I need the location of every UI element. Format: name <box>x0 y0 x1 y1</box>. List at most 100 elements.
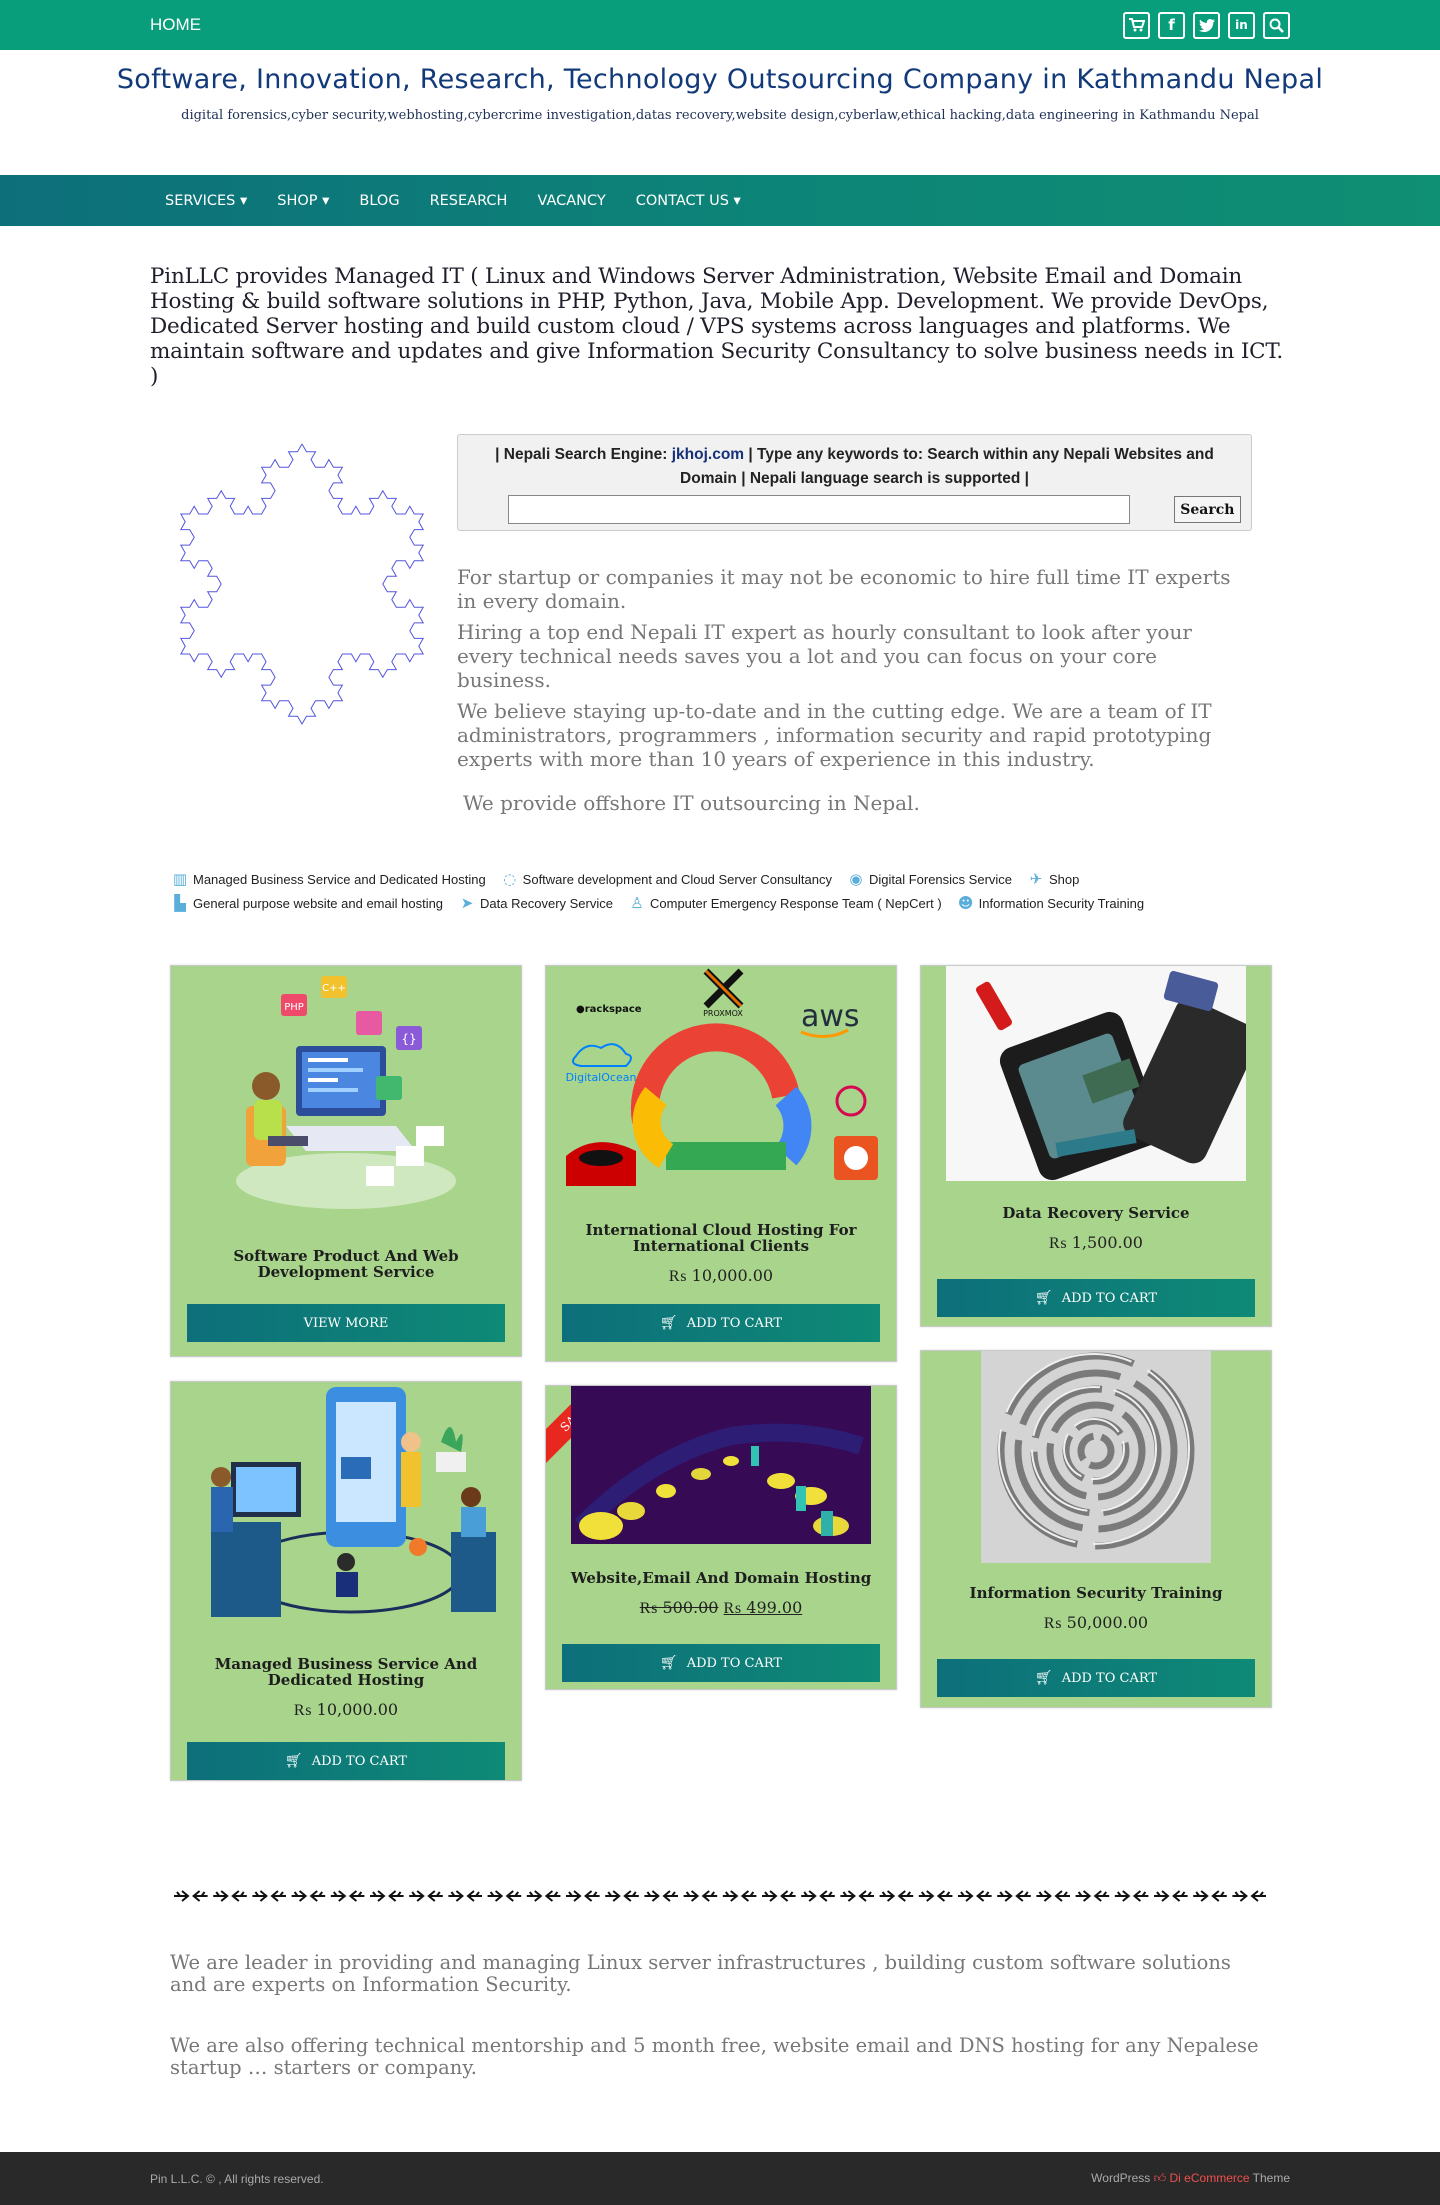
svg-text:●rackspace: ●rackspace <box>576 1004 642 1015</box>
product-title[interactable]: Data Recovery Service <box>921 1205 1271 1221</box>
service-link[interactable]: ☻ Information Security Training <box>956 894 1144 912</box>
divider-arrow <box>936 1890 953 1902</box>
search-box: | Nepali Search Engine: jkhoj.com | Type… <box>457 434 1252 531</box>
divider-arrow <box>801 1890 817 1902</box>
service-link[interactable]: ◌ Software development and Cloud Server C… <box>500 870 832 888</box>
add-to-cart-button[interactable]: 🛒︎ ADD TO CART <box>187 1742 505 1780</box>
product-price: ₨ 10,000.00 <box>668 1266 774 1285</box>
service-link[interactable]: ♙ Computer Emergency Response Team ( NepC… <box>627 894 941 912</box>
service-link[interactable]: ◉ Digital Forensics Service <box>846 870 1012 888</box>
service-link[interactable]: ➤ Data Recovery Service <box>457 894 613 912</box>
koch-curve <box>179 443 425 726</box>
divider-arrow <box>526 1890 543 1902</box>
cart-icon: 🛒︎ <box>659 1655 678 1671</box>
search-icon[interactable] <box>1263 11 1290 39</box>
building-icon: ▥ <box>172 870 188 888</box>
product-card[interactable]: Data Recovery Service ₨ 1,500.00 🛒︎ ADD T… <box>920 965 1272 1327</box>
add-to-cart-button[interactable]: 🛒︎ ADD TO CART <box>937 1279 1255 1317</box>
site-title[interactable]: Software, Innovation, Research, Technolo… <box>0 64 1440 95</box>
search-section: | Nepali Search Engine: jkhoj.com | Type… <box>150 434 1290 822</box>
add-to-cart-button[interactable]: 🛒︎ ADD TO CART <box>562 1644 880 1682</box>
divider-arrow <box>348 1890 365 1902</box>
divider-arrow <box>584 1890 600 1902</box>
cart-icon: 🛒︎ <box>1034 1290 1053 1306</box>
product-grid: PHP C++ {} Software Product And Web Deve… <box>150 965 1290 1845</box>
outro-text: We are leader in providing and managing … <box>150 1952 1290 2079</box>
divider-arrow <box>252 1890 268 1902</box>
spinner-icon: ◌ <box>503 870 517 888</box>
divider-arrow <box>1211 1890 1227 1902</box>
nav-blog[interactable]: BLOG <box>359 193 399 209</box>
main-nav: SERVICES ▾ SHOP ▾ BLOG RESEARCH VACANCY … <box>0 175 1440 226</box>
divider-arrow <box>192 1890 208 1902</box>
search-button[interactable]: Search <box>1173 496 1241 523</box>
product-title[interactable]: Software Product And Web Development Ser… <box>171 1248 521 1280</box>
jkhoj-link[interactable]: jkhoj.com <box>672 446 744 463</box>
divider-arrow <box>174 1890 190 1902</box>
search-input[interactable] <box>508 495 1130 524</box>
divider-arrow <box>409 1890 425 1902</box>
divider-arrow <box>1250 1890 1266 1902</box>
decorative-divider <box>170 1885 1270 1907</box>
product-title[interactable]: Managed Business Service And Dedicated H… <box>171 1656 521 1688</box>
service-link[interactable]: ▥ Managed Business Service and Dedicated … <box>170 870 486 888</box>
divider-arrow <box>1054 1890 1070 1902</box>
add-to-cart-button[interactable]: 🛒︎ ADD TO CART <box>562 1304 880 1342</box>
divider-arrow <box>976 1890 992 1902</box>
divider-arrow <box>448 1890 464 1902</box>
product-image[interactable] <box>571 1386 871 1544</box>
home-link[interactable]: HOME <box>150 15 201 35</box>
divider-arrow <box>388 1890 404 1902</box>
product-card[interactable]: SALE! <box>545 1385 897 1690</box>
product-card[interactable]: Information Security Training ₨ 50,000.0… <box>920 1350 1272 1708</box>
product-title[interactable]: Website,Email And Domain Hosting <box>546 1570 896 1586</box>
eye-icon: ◉ <box>849 870 863 888</box>
product-image[interactable] <box>946 966 1246 1181</box>
nav-shop[interactable]: SHOP ▾ <box>277 193 329 209</box>
product-title[interactable]: International Cloud Hosting For Internat… <box>546 1222 896 1254</box>
product-image[interactable]: PHP C++ {} <box>196 966 496 1236</box>
divider-arrow <box>566 1890 582 1902</box>
theme-link[interactable]: Di eCommerce <box>1170 2171 1250 2185</box>
product-price: ₨ 50,000.00 <box>1043 1613 1149 1632</box>
nav-contact[interactable]: CONTACT US ▾ <box>636 193 741 209</box>
divider-arrow <box>1093 1890 1110 1902</box>
linkedin-icon[interactable]: in <box>1228 11 1255 39</box>
sale-price: ₨ 499.00 <box>723 1598 803 1617</box>
twitter-icon[interactable] <box>1193 11 1220 39</box>
product-title[interactable]: Information Security Training <box>921 1585 1271 1601</box>
service-link[interactable]: ✈ Shop <box>1026 870 1080 888</box>
cart-icon[interactable] <box>1123 11 1150 39</box>
divider-arrow <box>683 1890 700 1902</box>
product-card[interactable]: Managed Business Service And Dedicated H… <box>170 1381 522 1781</box>
facebook-icon[interactable]: f <box>1158 11 1185 39</box>
product-image[interactable]: ●rackspace PROXMOX aws DigitalOcean <box>556 966 886 1216</box>
pitch-paragraph: Hiring a top end Nepali IT expert as hou… <box>457 620 1192 692</box>
divider-arrow <box>291 1890 308 1902</box>
product-price: ₨ 1,500.00 <box>1049 1233 1143 1252</box>
intro-text: PinLLC provides Managed IT ( Linux and W… <box>150 264 1283 389</box>
person-icon: ♙ <box>630 894 644 912</box>
svg-text:PROXMOX: PROXMOX <box>703 1009 743 1018</box>
divider-arrow <box>466 1890 482 1902</box>
add-to-cart-button[interactable]: 🛒︎ ADD TO CART <box>937 1659 1255 1697</box>
search-description: | Nepali Search Engine: jkhoj.com | Type… <box>495 446 1214 487</box>
theme-credit: WordPress 👍︎ Di eCommerce Theme <box>1091 2171 1290 2185</box>
product-card[interactable]: ●rackspace PROXMOX aws DigitalOcean Inte… <box>545 965 897 1362</box>
thumbs-up-icon: 👍︎ <box>1153 2171 1170 2185</box>
product-image[interactable] <box>186 1382 506 1622</box>
nav-research[interactable]: RESEARCH <box>430 193 508 209</box>
product-card[interactable]: PHP C++ {} Software Product And Web Deve… <box>170 965 522 1357</box>
pitch-paragraph: For startup or companies it may not be e… <box>457 565 1231 613</box>
divider-arrow <box>427 1890 443 1902</box>
divider-arrow <box>780 1890 796 1902</box>
service-link[interactable]: ▙ General purpose website and email hosti… <box>170 894 443 912</box>
top-bar: HOME f in <box>0 0 1440 50</box>
nav-vacancy[interactable]: VACANCY <box>537 193 605 209</box>
product-price: ₨ 500.00 ₨ 499.00 <box>546 1598 896 1618</box>
view-more-button[interactable]: VIEW MORE <box>187 1304 505 1342</box>
nav-services[interactable]: SERVICES ▾ <box>165 193 247 209</box>
divider-arrow <box>918 1890 935 1902</box>
product-image[interactable] <box>981 1351 1211 1563</box>
koch-snowflake-graphic <box>150 434 455 734</box>
